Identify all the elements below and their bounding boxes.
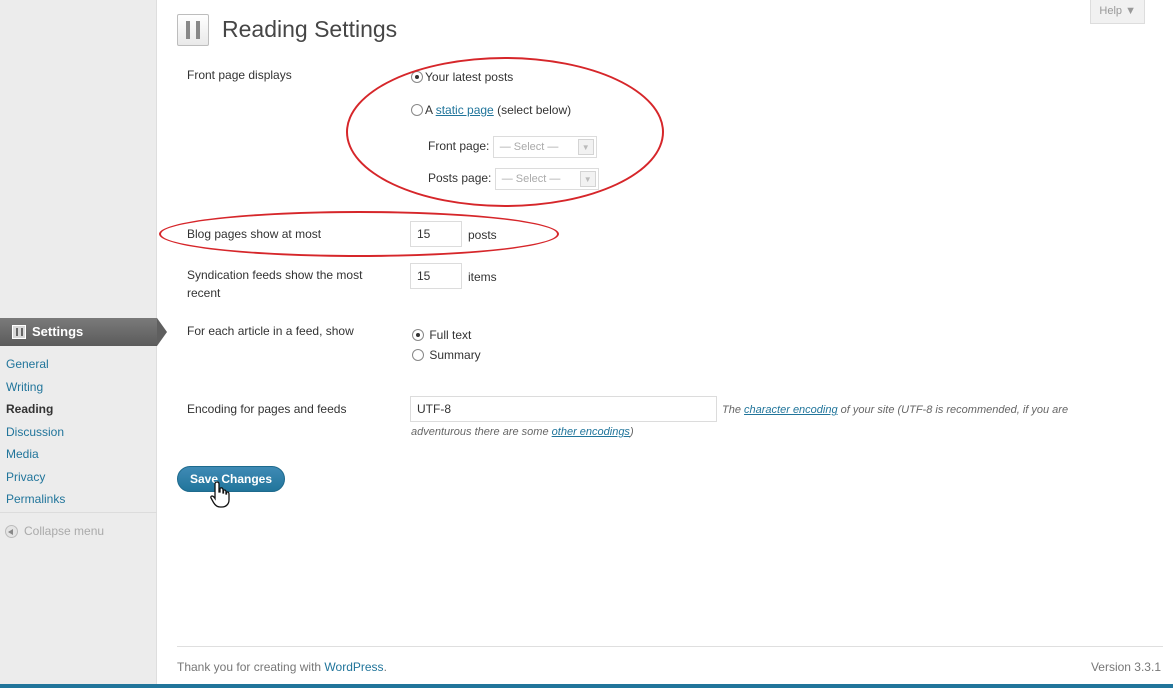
encoding-input[interactable]: UTF-8 bbox=[410, 396, 717, 422]
footer-thanks: Thank you for creating with WordPress. bbox=[177, 660, 387, 674]
items-unit-label: items bbox=[468, 270, 497, 284]
encoding-description-line1: The character encoding of your site (UTF… bbox=[722, 402, 1068, 418]
chevron-down-icon: ▼ bbox=[577, 139, 594, 155]
static-page-radio[interactable] bbox=[411, 104, 423, 116]
syndication-label-line2: recent bbox=[187, 286, 221, 300]
posts-page-select-label: Posts page: bbox=[428, 171, 492, 186]
posts-page-select-value: — Select — bbox=[501, 173, 561, 185]
footer-divider bbox=[177, 646, 1163, 647]
hand-cursor-icon bbox=[210, 481, 230, 508]
posts-per-page-input[interactable]: 15 bbox=[410, 221, 462, 247]
posts-page-select[interactable]: — Select — ▼ bbox=[494, 168, 599, 190]
encoding-description-line2: adventurous there are some other encodin… bbox=[411, 424, 634, 440]
sidebar-item-media[interactable]: Media bbox=[0, 443, 157, 466]
other-encodings-link[interactable]: other encodings bbox=[552, 426, 630, 438]
static-page-prefix: A bbox=[425, 103, 433, 117]
syndication-label-line1: Syndication feeds show the most bbox=[187, 268, 363, 282]
encoding-desc-end: ) bbox=[629, 426, 634, 438]
front-page-displays-label: Front page displays bbox=[187, 68, 292, 82]
settings-icon bbox=[12, 325, 26, 339]
front-page-select[interactable]: — Select — ▼ bbox=[492, 136, 597, 158]
feed-items-input[interactable]: 15 bbox=[410, 263, 462, 289]
sidebar-item-reading[interactable]: Reading bbox=[0, 398, 157, 421]
page-title: Reading Settings bbox=[222, 16, 398, 42]
character-encoding-link[interactable]: character encoding bbox=[744, 404, 838, 416]
chevron-down-icon: ▼ bbox=[579, 171, 596, 187]
settings-page-icon bbox=[177, 14, 209, 46]
collapse-arrow-icon bbox=[5, 525, 18, 538]
encoding-label: Encoding for pages and feeds bbox=[187, 402, 347, 416]
footer-thanks-prefix: Thank you for creating with bbox=[177, 660, 322, 674]
posts-page-select-row: Posts page: — Select — ▼ bbox=[428, 168, 599, 190]
front-page-select-value: — Select — bbox=[499, 141, 559, 153]
settings-menu-header[interactable]: Settings bbox=[0, 318, 167, 346]
summary-option[interactable]: Summary bbox=[412, 347, 481, 363]
help-tab[interactable]: Help ▼ bbox=[1090, 0, 1145, 24]
static-page-link[interactable]: static page bbox=[436, 103, 494, 117]
admin-sidebar: Settings General Writing Reading Discuss… bbox=[0, 0, 167, 684]
sidebar-item-general[interactable]: General bbox=[0, 353, 157, 376]
bottom-accent-bar bbox=[0, 684, 1173, 688]
collapse-menu-label: Collapse menu bbox=[24, 524, 105, 538]
feed-article-label: For each article in a feed, show bbox=[187, 324, 354, 338]
full-text-option[interactable]: Full text bbox=[412, 327, 471, 343]
front-page-select-row: Front page: — Select — ▼ bbox=[428, 136, 597, 158]
version-label: Version 3.3.1 bbox=[1090, 660, 1161, 674]
static-page-option[interactable]: A static page (select below) bbox=[411, 102, 571, 118]
summary-label: Summary bbox=[429, 348, 481, 362]
latest-posts-option[interactable]: Your latest posts bbox=[411, 69, 513, 85]
encoding-desc-middle: of your site (UTF-8 is recommended, if y… bbox=[840, 404, 1069, 416]
encoding-desc-prefix: The bbox=[722, 404, 741, 416]
settings-menu-label: Settings bbox=[32, 324, 84, 339]
latest-posts-radio[interactable] bbox=[411, 71, 423, 83]
sidebar-item-writing[interactable]: Writing bbox=[0, 376, 157, 399]
static-page-suffix: (select below) bbox=[497, 103, 572, 117]
sidebar-item-privacy[interactable]: Privacy bbox=[0, 466, 157, 489]
latest-posts-label: Your latest posts bbox=[425, 70, 514, 84]
wordpress-link[interactable]: WordPress bbox=[324, 660, 383, 674]
summary-radio[interactable] bbox=[412, 349, 424, 361]
settings-submenu: General Writing Reading Discussion Media… bbox=[0, 353, 157, 511]
collapse-menu-button[interactable]: Collapse menu bbox=[0, 512, 157, 548]
front-page-select-label: Front page: bbox=[428, 139, 490, 154]
encoding-desc-line2-prefix: adventurous there are some bbox=[411, 426, 549, 438]
full-text-radio[interactable] bbox=[412, 329, 424, 341]
sidebar-item-permalinks[interactable]: Permalinks bbox=[0, 488, 157, 511]
footer-thanks-suffix: . bbox=[383, 660, 387, 674]
blog-pages-label: Blog pages show at most bbox=[187, 227, 322, 241]
full-text-label: Full text bbox=[429, 328, 472, 342]
sidebar-item-discussion[interactable]: Discussion bbox=[0, 421, 157, 444]
posts-unit-label: posts bbox=[468, 228, 497, 242]
